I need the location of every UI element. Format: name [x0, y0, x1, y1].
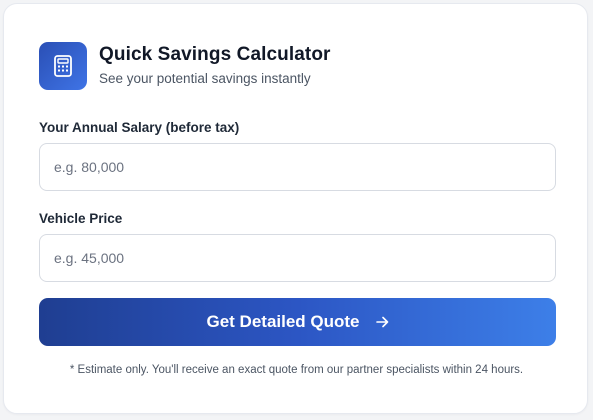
- salary-input[interactable]: [39, 143, 556, 191]
- header-titles: Quick Savings Calculator See your potent…: [99, 44, 331, 88]
- vehicle-price-input[interactable]: [39, 234, 556, 282]
- page-title: Quick Savings Calculator: [99, 44, 331, 65]
- get-quote-button-label: Get Detailed Quote: [206, 312, 360, 331]
- arrow-right-icon: [375, 316, 389, 328]
- vehicle-price-label: Vehicle Price: [39, 211, 123, 226]
- card-header: Quick Savings Calculator See your potent…: [39, 42, 331, 90]
- savings-calculator-card: Quick Savings Calculator See your potent…: [3, 3, 588, 414]
- calculator-icon: [39, 42, 87, 90]
- page-subtitle: See your potential savings instantly: [99, 71, 311, 86]
- get-quote-button[interactable]: Get Detailed Quote: [39, 298, 556, 346]
- disclaimer-text: * Estimate only. You'll receive an exact…: [69, 364, 524, 376]
- salary-label: Your Annual Salary (before tax): [39, 120, 240, 135]
